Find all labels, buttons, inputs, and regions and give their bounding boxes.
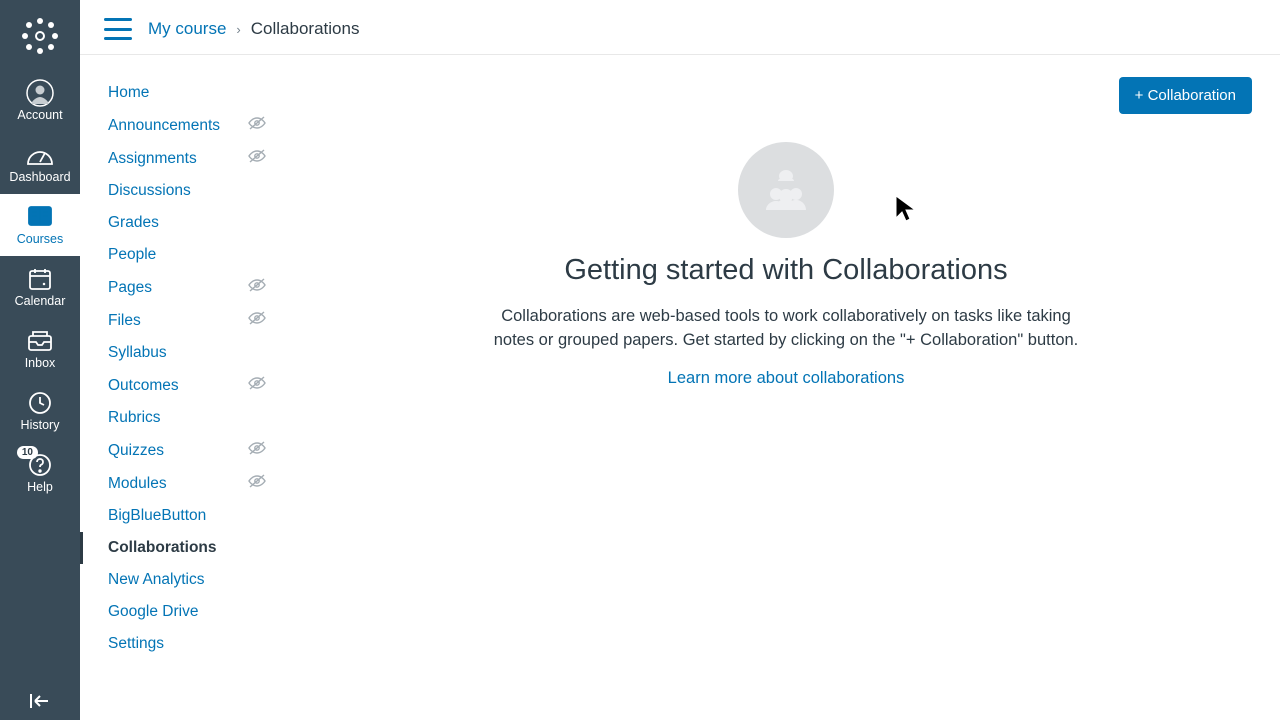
hidden-eye-icon bbox=[248, 278, 266, 297]
course-nav-item[interactable]: Collaborations bbox=[80, 532, 280, 564]
course-menu-toggle[interactable] bbox=[104, 18, 132, 40]
nav-label: Dashboard bbox=[9, 170, 70, 184]
course-nav-item[interactable]: Assignments bbox=[80, 142, 280, 175]
course-nav-link[interactable]: Google Drive bbox=[108, 603, 198, 621]
page-body: + Collaboration Getting started with Col… bbox=[280, 55, 1280, 720]
add-collaboration-button[interactable]: + Collaboration bbox=[1119, 77, 1252, 114]
course-nav-link[interactable]: Pages bbox=[108, 279, 152, 297]
course-nav-link[interactable]: People bbox=[108, 246, 156, 264]
calendar-icon bbox=[28, 264, 52, 294]
nav-label: History bbox=[21, 418, 60, 432]
course-nav-item[interactable]: Home bbox=[80, 77, 280, 109]
help-badge: 10 bbox=[17, 446, 38, 459]
course-nav-link[interactable]: Quizzes bbox=[108, 442, 164, 460]
course-nav-link[interactable]: Rubrics bbox=[108, 409, 161, 427]
course-nav-link[interactable]: Files bbox=[108, 312, 141, 330]
hidden-eye-icon bbox=[248, 116, 266, 135]
collapse-nav-button[interactable] bbox=[0, 686, 80, 716]
course-nav-item[interactable]: Files bbox=[80, 304, 280, 337]
book-icon bbox=[27, 202, 53, 232]
hidden-eye-icon bbox=[248, 441, 266, 460]
course-nav-item[interactable]: Google Drive bbox=[80, 596, 280, 628]
nav-label: Courses bbox=[17, 232, 64, 246]
course-nav-item[interactable]: Grades bbox=[80, 207, 280, 239]
course-nav-link[interactable]: Collaborations bbox=[108, 539, 217, 557]
course-nav-item[interactable]: Modules bbox=[80, 467, 280, 500]
global-nav-dashboard[interactable]: Dashboard bbox=[0, 132, 80, 194]
global-nav-account[interactable]: Account bbox=[0, 70, 80, 132]
breadcrumb-row: My course › Collaborations bbox=[80, 0, 1280, 55]
course-nav-link[interactable]: Discussions bbox=[108, 182, 191, 200]
course-nav-item[interactable]: Outcomes bbox=[80, 369, 280, 402]
learn-more-link[interactable]: Learn more about collaborations bbox=[668, 369, 905, 388]
nav-label: Help bbox=[27, 480, 53, 494]
nav-label: Account bbox=[17, 108, 62, 122]
action-bar: + Collaboration bbox=[320, 77, 1252, 114]
hidden-eye-icon bbox=[248, 474, 266, 493]
hidden-eye-icon bbox=[248, 149, 266, 168]
course-nav-link[interactable]: Assignments bbox=[108, 150, 197, 168]
course-nav-item[interactable]: New Analytics bbox=[80, 564, 280, 596]
nav-label: Inbox bbox=[25, 356, 56, 370]
course-nav-item[interactable]: Rubrics bbox=[80, 402, 280, 434]
course-nav-link[interactable]: Modules bbox=[108, 475, 167, 493]
empty-title: Getting started with Collaborations bbox=[564, 254, 1007, 287]
main-area: My course › Collaborations Home Announcem… bbox=[80, 0, 1280, 720]
global-nav-help[interactable]: 10 Help bbox=[0, 442, 80, 504]
global-nav-history[interactable]: History bbox=[0, 380, 80, 442]
course-nav-link[interactable]: New Analytics bbox=[108, 571, 204, 589]
global-nav-calendar[interactable]: Calendar bbox=[0, 256, 80, 318]
chevron-right-icon: › bbox=[236, 22, 240, 37]
global-nav-courses[interactable]: Courses bbox=[0, 194, 80, 256]
course-nav: Home Announcements Assignments Discussions G… bbox=[80, 55, 280, 720]
clock-icon bbox=[28, 388, 52, 418]
user-avatar-icon bbox=[26, 78, 54, 108]
course-nav-item[interactable]: Pages bbox=[80, 271, 280, 304]
course-nav-link[interactable]: Outcomes bbox=[108, 377, 179, 395]
hidden-eye-icon bbox=[248, 311, 266, 330]
empty-body: Collaborations are web-based tools to wo… bbox=[486, 305, 1086, 353]
course-nav-link[interactable]: Home bbox=[108, 84, 149, 102]
global-nav: Account Dashboard Courses Calendar Inbox… bbox=[0, 0, 80, 720]
inbox-icon bbox=[27, 326, 53, 356]
dashboard-icon bbox=[26, 140, 54, 170]
hidden-eye-icon bbox=[248, 376, 266, 395]
course-nav-link[interactable]: BigBlueButton bbox=[108, 507, 206, 525]
global-nav-inbox[interactable]: Inbox bbox=[0, 318, 80, 380]
course-nav-item[interactable]: BigBlueButton bbox=[80, 500, 280, 532]
course-nav-link[interactable]: Announcements bbox=[108, 117, 220, 135]
course-nav-item[interactable]: People bbox=[80, 239, 280, 271]
empty-state: Getting started with Collaborations Coll… bbox=[426, 142, 1146, 388]
breadcrumb-current: Collaborations bbox=[251, 19, 360, 39]
course-nav-link[interactable]: Syllabus bbox=[108, 344, 167, 362]
collaboration-empty-icon bbox=[738, 142, 834, 238]
course-nav-link[interactable]: Grades bbox=[108, 214, 159, 232]
breadcrumb-course-link[interactable]: My course bbox=[148, 19, 226, 39]
course-nav-link[interactable]: Settings bbox=[108, 635, 164, 653]
course-nav-item[interactable]: Syllabus bbox=[80, 337, 280, 369]
breadcrumb: My course › Collaborations bbox=[148, 19, 359, 39]
course-nav-item[interactable]: Discussions bbox=[80, 175, 280, 207]
course-nav-item[interactable]: Quizzes bbox=[80, 434, 280, 467]
canvas-logo-icon[interactable] bbox=[18, 14, 62, 58]
nav-label: Calendar bbox=[15, 294, 66, 308]
course-nav-item[interactable]: Settings bbox=[80, 628, 280, 660]
help-icon: 10 bbox=[28, 450, 52, 480]
course-nav-item[interactable]: Announcements bbox=[80, 109, 280, 142]
